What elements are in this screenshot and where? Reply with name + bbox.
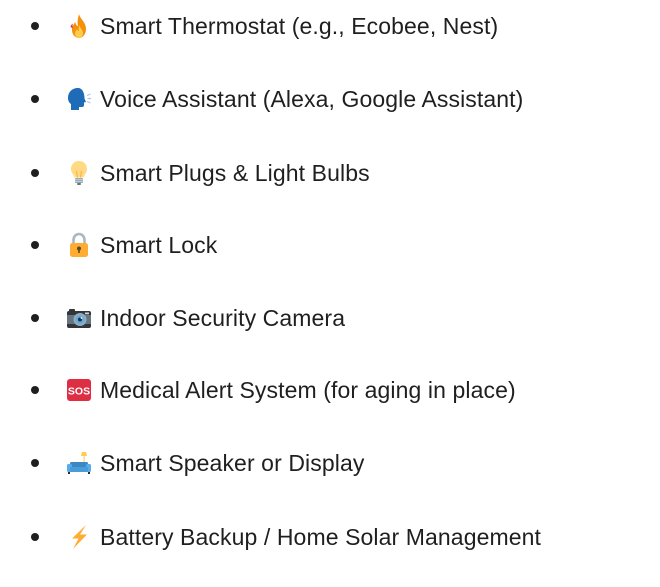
sos-icon: SOS [67, 379, 91, 401]
lock-icon [70, 232, 88, 257]
bullet [31, 241, 39, 249]
item-label: Medical Alert System (for aging in place… [100, 377, 516, 403]
item-label: Smart Plugs & Light Bulbs [100, 160, 370, 186]
item-label: Indoor Security Camera [100, 305, 346, 331]
camera-icon [67, 309, 91, 328]
bullet [31, 314, 39, 322]
device-list: Smart Thermostat (e.g., Ecobee, Nest) Vo… [0, 0, 660, 587]
bullet [31, 22, 39, 30]
item-label: Battery Backup / Home Solar Management [100, 524, 542, 550]
svg-text:SOS: SOS [68, 386, 90, 398]
speaking-head-icon [68, 88, 91, 110]
item-label: Smart Thermostat (e.g., Ecobee, Nest) [100, 13, 499, 39]
fire-icon [70, 14, 86, 38]
bullet [31, 386, 39, 394]
bullet [31, 95, 39, 103]
light-bulb-icon [71, 161, 87, 185]
couch-lamp-icon [67, 452, 91, 474]
lightning-bolt-icon [72, 525, 87, 549]
bullet [31, 459, 39, 467]
bullet [31, 533, 39, 541]
item-label: Voice Assistant (Alexa, Google Assistant… [100, 86, 524, 112]
bullet [31, 169, 39, 177]
item-label: Smart Speaker or Display [100, 450, 365, 476]
item-label: Smart Lock [100, 232, 218, 258]
